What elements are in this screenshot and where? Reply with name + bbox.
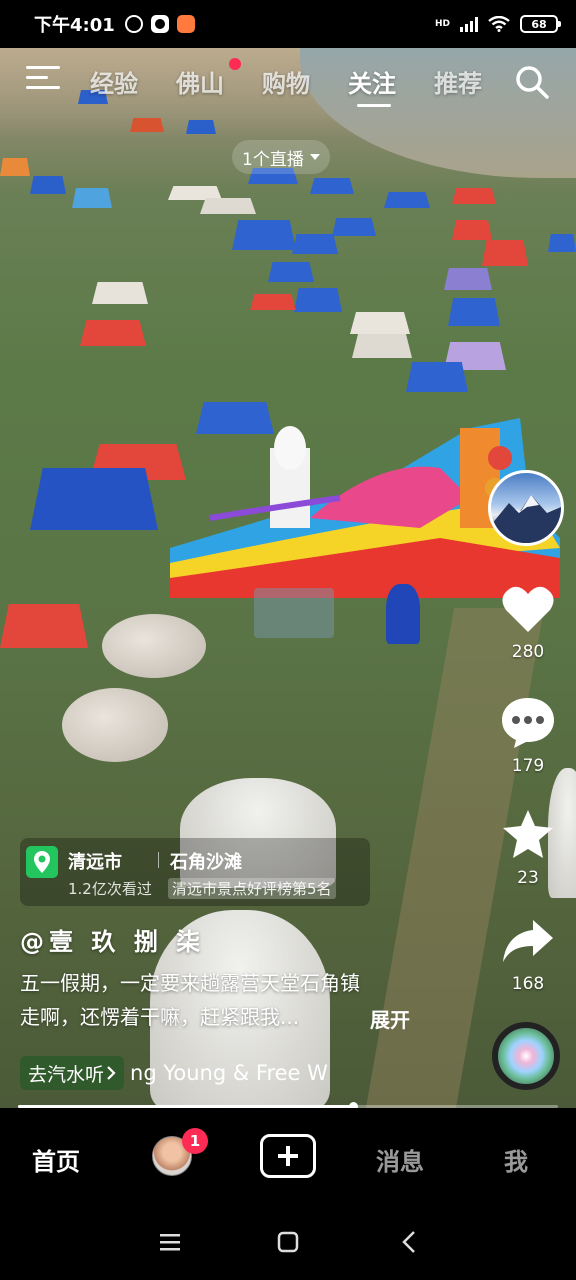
tent <box>294 288 342 312</box>
tent <box>80 320 146 346</box>
tab-following[interactable]: 关注 <box>348 64 396 99</box>
home-square-icon[interactable] <box>274 1228 302 1256</box>
status-indicators: HD 68 <box>434 15 561 33</box>
music-button-label: 去汽水听 <box>28 1063 105 1086</box>
notification-badge: 1 <box>182 1128 208 1154</box>
tent <box>384 192 430 208</box>
live-label: 1个直播 <box>242 149 304 170</box>
system-nav-bar <box>0 1204 576 1280</box>
wifi-icon <box>488 16 510 32</box>
tent <box>452 220 492 240</box>
mountain-image <box>491 495 561 543</box>
tent <box>448 298 500 326</box>
tab-experience[interactable]: 经验 <box>90 64 138 99</box>
location-views: 1.2亿次看过 <box>68 880 152 898</box>
menu-lines-icon[interactable] <box>156 1228 184 1256</box>
signal-icon <box>460 16 478 32</box>
tent <box>444 268 492 290</box>
tent <box>332 218 376 236</box>
bottom-nav: 首页 1 消息 我 <box>0 1108 576 1204</box>
tent <box>30 468 158 530</box>
nav-me[interactable]: 我 <box>504 1142 528 1177</box>
like-count: 280 <box>511 642 545 662</box>
menu-icon[interactable] <box>26 66 60 92</box>
tent <box>310 178 354 194</box>
status-bar: 下午4:01 HD 68 <box>0 0 576 48</box>
network-type: HD <box>434 19 450 29</box>
tent <box>250 294 296 310</box>
music-title: ng Young & Free W <box>130 1061 328 1085</box>
tent <box>292 234 338 254</box>
patio-umbrella <box>62 688 168 762</box>
status-time: 下午4:01 <box>34 15 115 36</box>
tent <box>92 282 148 304</box>
alarm-icon <box>124 15 143 33</box>
status-notifications <box>124 15 195 33</box>
tent <box>186 120 216 134</box>
share-action[interactable]: 168 <box>490 918 566 994</box>
battery-indicator: 68 <box>520 15 561 33</box>
tab-shopping[interactable]: 购物 <box>262 64 310 99</box>
search-icon[interactable] <box>514 64 550 100</box>
share-icon <box>503 920 553 962</box>
location-pin-icon <box>26 846 58 878</box>
tab-notification-dot <box>229 58 241 70</box>
nav-messages[interactable]: 消息 <box>376 1142 424 1177</box>
nav-home[interactable]: 首页 <box>32 1142 80 1177</box>
tab-foshan[interactable]: 佛山 <box>176 64 224 99</box>
tent <box>452 188 496 204</box>
tent <box>72 188 112 208</box>
comment-count: 179 <box>511 756 545 776</box>
patio-umbrella <box>102 614 206 678</box>
star-icon <box>503 810 553 858</box>
tent <box>200 198 256 214</box>
expand-caption-button[interactable]: 展开 <box>370 1004 410 1033</box>
comment-icon <box>502 698 554 748</box>
location-card[interactable]: 清远市 石角沙滩 1.2亿次看过 清远市景点好评榜第5名 <box>20 838 370 906</box>
location-rank-badge: 清远市景点好评榜第5名 <box>168 878 336 899</box>
share-count: 168 <box>511 974 545 994</box>
tent <box>0 158 30 176</box>
caption-line-1: 五一假期，一定要来趟露营天堂石角镇 <box>20 971 360 995</box>
favorite-count: 23 <box>517 868 539 888</box>
tent <box>30 176 66 194</box>
tent <box>548 234 576 252</box>
music-disc[interactable] <box>492 1022 560 1090</box>
tent <box>232 220 296 250</box>
plus-icon <box>278 1146 298 1166</box>
comment-action[interactable]: 179 <box>490 696 566 776</box>
tent <box>0 604 88 648</box>
tent <box>130 118 164 132</box>
favorite-action[interactable]: 23 <box>490 808 566 888</box>
chevron-right-icon <box>107 1066 116 1080</box>
music-row: 去汽水听 ng Young & Free W <box>20 1056 344 1090</box>
location-city: 清远市 <box>68 852 122 873</box>
author-name[interactable]: @壹 玖 捌 柒 <box>20 922 205 957</box>
tent <box>350 312 410 334</box>
tent <box>482 240 528 266</box>
blue-bag <box>386 584 420 644</box>
heart-icon <box>502 586 554 632</box>
shopping-app-icon <box>176 15 195 33</box>
location-place: 石角沙滩 <box>170 852 242 873</box>
utility-cart <box>254 588 334 638</box>
like-action[interactable]: 280 <box>490 584 566 662</box>
tent <box>168 186 222 200</box>
open-in-music-button[interactable]: 去汽水听 <box>20 1056 125 1090</box>
tent <box>268 262 314 282</box>
tent <box>352 334 412 358</box>
create-button[interactable] <box>260 1134 316 1178</box>
back-arrow-icon[interactable] <box>396 1228 424 1256</box>
chevron-down-icon <box>309 154 320 160</box>
live-indicator-pill[interactable]: 1个直播 <box>232 140 330 174</box>
creator-avatar[interactable] <box>488 470 564 546</box>
app-notification-icon <box>150 15 169 33</box>
location-divider <box>158 852 159 868</box>
tab-recommended[interactable]: 推荐 <box>434 64 482 99</box>
active-tab-indicator <box>357 104 391 107</box>
